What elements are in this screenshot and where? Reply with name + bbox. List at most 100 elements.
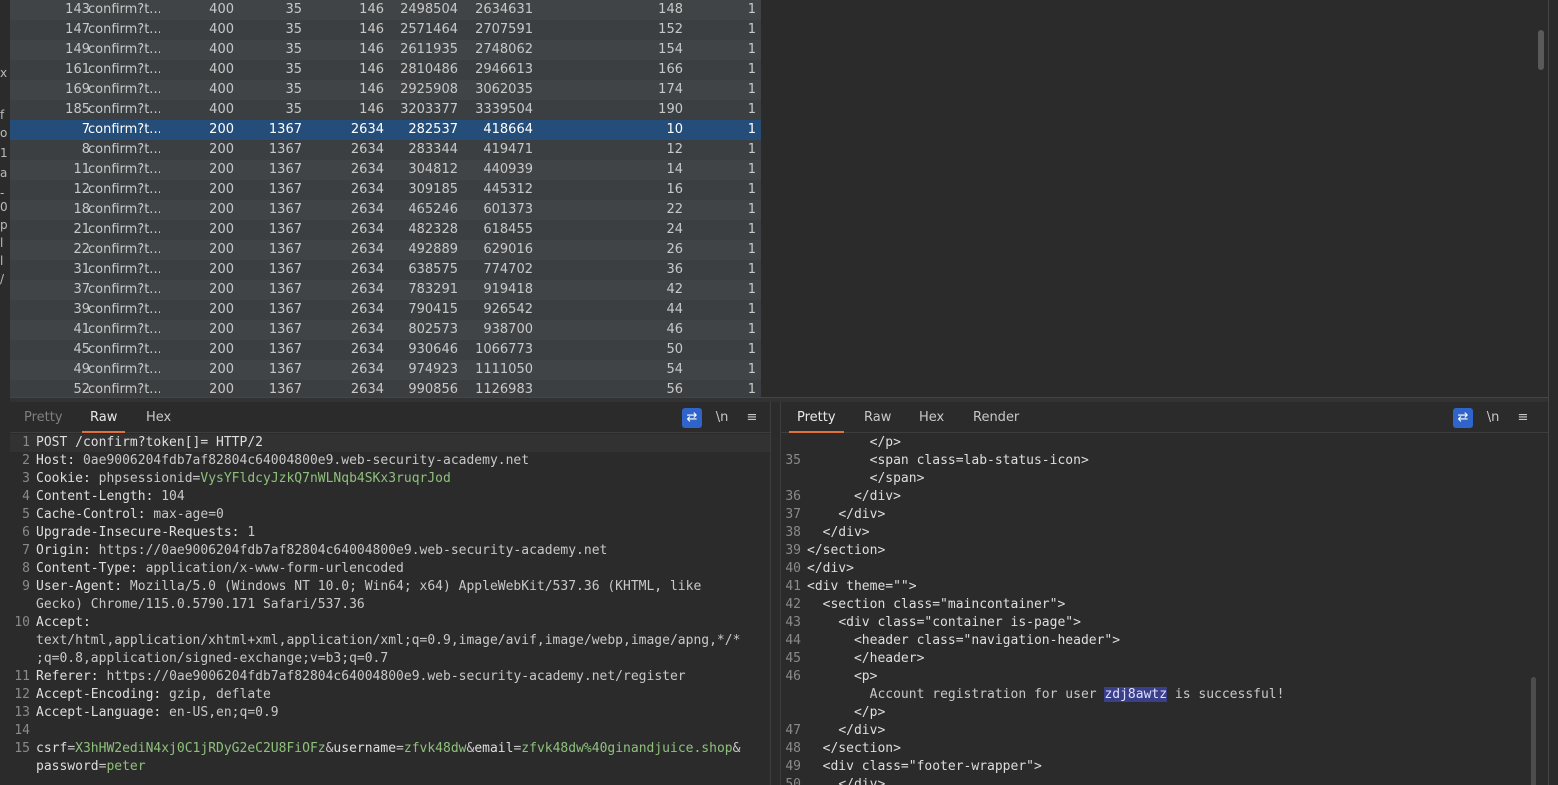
- cell-col8: 154: [658, 42, 683, 57]
- table-row[interactable]: 52 confirm?t... 200 1367 2634 990856 1126983 56…: [10, 380, 761, 397]
- code-line: ;q=0.8,application/signed-exchange;v=b3;…: [10, 650, 770, 668]
- table-row[interactable]: 149 confirm?t... 400 35 146 2611935 2748062 154…: [10, 40, 761, 60]
- cell-col5: 2634: [350, 282, 384, 297]
- newline-toggle[interactable]: \n: [1483, 408, 1503, 428]
- table-row[interactable]: 22 confirm?t... 200 1367 2634 492889 629016 26 1: [10, 240, 761, 260]
- table-row[interactable]: 37 confirm?t... 200 1367 2634 783291 919418 42 1: [10, 280, 761, 300]
- cell-status: 200: [209, 242, 234, 257]
- cell-id: 31: [73, 262, 90, 277]
- param-name: password: [36, 759, 99, 774]
- scrollbar-thumb[interactable]: [1538, 30, 1544, 70]
- menu-icon[interactable]: ≡: [1513, 408, 1533, 428]
- param-value: zfvk48dw%40ginandjuice.shop: [521, 741, 733, 756]
- table-row[interactable]: 147 confirm?t... 400 35 146 2571464 2707591 152…: [10, 20, 761, 40]
- response-tab-pretty[interactable]: Pretty: [789, 409, 844, 433]
- wrap-lines-icon[interactable]: ⇄: [682, 408, 702, 428]
- response-editor[interactable]: </p> 35 <span class=lab-status-icon> </sp…: [781, 434, 1548, 785]
- response-scrollbar-thumb[interactable]: [1531, 677, 1536, 785]
- results-table[interactable]: 143 confirm?t... 400 35 146 2498504 2634631 148…: [10, 0, 761, 397]
- menu-icon[interactable]: ≡: [742, 408, 762, 428]
- code-text: </div>: [807, 561, 854, 576]
- header-name: Upgrade-Insecure-Requests:: [36, 525, 240, 540]
- request-tab-raw[interactable]: Raw: [82, 409, 126, 433]
- request-tab-hex[interactable]: Hex: [138, 409, 179, 431]
- line-text: Content-Type: application/x-www-form-url…: [36, 560, 404, 578]
- cell-col5: 146: [359, 2, 384, 17]
- line-text: </section>: [807, 740, 901, 758]
- line-text: Gecko) Chrome/115.0.5790.171 Safari/537.…: [36, 596, 365, 614]
- cell-length: 1367: [268, 142, 302, 157]
- cell-length: 1367: [268, 122, 302, 137]
- table-row[interactable]: 7 confirm?t... 200 1367 2634 282537 418664 10 1: [10, 120, 761, 140]
- table-row[interactable]: 21 confirm?t... 200 1367 2634 482328 618455 24 1: [10, 220, 761, 240]
- cell-payload: confirm?t...: [88, 82, 160, 97]
- header-value: 0ae9006204fdb7af82804c64004800e9.web-sec…: [75, 453, 530, 468]
- cell-col8: 56: [666, 382, 683, 397]
- header-value: max-age=0: [145, 507, 224, 522]
- table-row[interactable]: 12 confirm?t... 200 1367 2634 309185 445312 16 1: [10, 180, 761, 200]
- table-row[interactable]: 143 confirm?t... 400 35 146 2498504 2634631 148…: [10, 0, 761, 20]
- table-row[interactable]: 11 confirm?t... 200 1367 2634 304812 440939 14 1: [10, 160, 761, 180]
- line-number: 46: [785, 669, 801, 684]
- table-scrollbar[interactable]: [1536, 0, 1548, 397]
- code-text: </section>: [822, 741, 901, 756]
- wrap-lines-icon[interactable]: ⇄: [1453, 408, 1473, 428]
- cell-col9: 1: [747, 382, 756, 397]
- code-line: 42 <section class="maincontainer">: [781, 596, 1548, 614]
- cell-status: 200: [209, 182, 234, 197]
- cell-col5: 2634: [350, 262, 384, 277]
- cell-col9: 1: [747, 142, 756, 157]
- results-empty-area: [761, 0, 1536, 397]
- vertical-splitter[interactable]: [770, 402, 781, 785]
- cell-col6: 790415: [408, 302, 458, 317]
- highlighted-username[interactable]: zdj8awtz: [1104, 687, 1168, 702]
- code-text: </div>: [822, 525, 870, 540]
- code-text: <span class=lab-status-icon>: [869, 453, 1089, 468]
- cell-col9: 1: [747, 202, 756, 217]
- cell-col8: 36: [666, 262, 683, 277]
- line-number: 44: [785, 633, 801, 648]
- table-row[interactable]: 49 confirm?t... 200 1367 2634 974923 1111050 54…: [10, 360, 761, 380]
- code-text: </div>: [853, 489, 901, 504]
- line-text: Referer: https://0ae9006204fdb7af82804c6…: [36, 668, 686, 686]
- header-value: https://0ae9006204fdb7af82804c64004800e9…: [90, 543, 608, 558]
- code-text: </div>: [838, 723, 886, 738]
- code-line: 15 csrf=X3hHW2ediN4xj0C1jRDyG2eC2U8FiOFz&…: [10, 740, 770, 758]
- cell-payload: confirm?t...: [88, 362, 160, 377]
- line-number: 35: [785, 453, 801, 468]
- table-row[interactable]: 18 confirm?t... 200 1367 2634 465246 601373 22 1: [10, 200, 761, 220]
- header-name: Origin:: [36, 543, 91, 558]
- cell-col8: 42: [666, 282, 683, 297]
- response-tab-render[interactable]: Render: [965, 409, 1027, 431]
- table-row[interactable]: 31 confirm?t... 200 1367 2634 638575 774702 36 1: [10, 260, 761, 280]
- response-tab-hex[interactable]: Hex: [911, 409, 952, 431]
- cell-col8: 148: [658, 2, 683, 17]
- table-row[interactable]: 8 confirm?t... 200 1367 2634 283344 419471 12 1: [10, 140, 761, 160]
- line-text: <div class="footer-wrapper">: [807, 758, 1042, 776]
- cell-col5: 2634: [350, 222, 384, 237]
- cell-col7: 601373: [483, 202, 533, 217]
- code-line: 5 Cache-Control: max-age=0: [10, 506, 770, 524]
- cell-col6: 465246: [408, 202, 458, 217]
- header-value: Mozilla/5.0 (Windows NT 10.0; Win64; x64…: [122, 579, 702, 594]
- code-line: password=peter: [10, 758, 770, 776]
- line-number: 15: [14, 741, 30, 756]
- cell-col6: 974923: [408, 362, 458, 377]
- table-row[interactable]: 41 confirm?t... 200 1367 2634 802573 938700 46 1: [10, 320, 761, 340]
- table-row[interactable]: 161 confirm?t... 400 35 146 2810486 2946613 166…: [10, 60, 761, 80]
- response-tab-raw[interactable]: Raw: [856, 409, 899, 431]
- line-text: Accept-Language: en-US,en;q=0.9: [36, 704, 279, 722]
- cell-col6: 2571464: [400, 22, 458, 37]
- cell-col5: 2634: [350, 162, 384, 177]
- table-row[interactable]: 169 confirm?t... 400 35 146 2925908 3062035 174…: [10, 80, 761, 100]
- table-row[interactable]: 39 confirm?t... 200 1367 2634 790415 926542 44 1: [10, 300, 761, 320]
- cell-payload: confirm?t...: [88, 142, 160, 157]
- request-editor[interactable]: 1 POST /confirm?token[]= HTTP/2 2 Host: 0ae…: [10, 434, 770, 776]
- cell-col9: 1: [747, 102, 756, 117]
- newline-toggle[interactable]: \n: [712, 408, 732, 428]
- table-row[interactable]: 45 confirm?t... 200 1367 2634 930646 1066773 50…: [10, 340, 761, 360]
- line-number: 10: [14, 615, 30, 630]
- table-row[interactable]: 185 confirm?t... 400 35 146 3203377 3339504 190…: [10, 100, 761, 120]
- request-tab-pretty[interactable]: Pretty: [16, 409, 71, 431]
